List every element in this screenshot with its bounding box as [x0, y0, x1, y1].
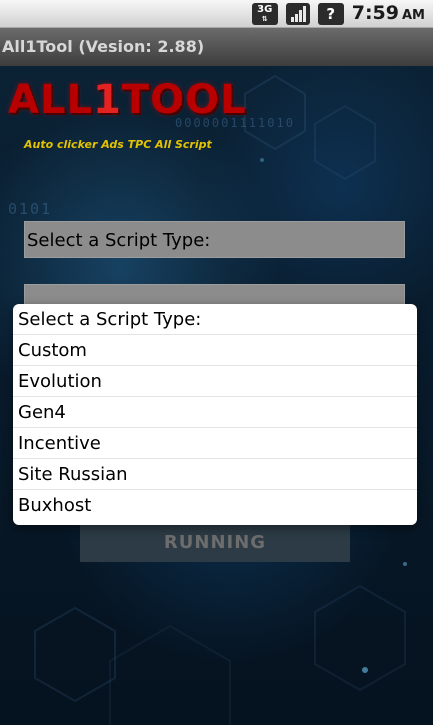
- dropdown-option-gen4[interactable]: Gen4: [13, 397, 417, 428]
- clock-ampm: AM: [402, 7, 425, 23]
- status-icons: 3G ⇅ ? 7:59 AM: [251, 1, 425, 28]
- script-type-dropdown: Select a Script Type: Custom Evolution G…: [13, 304, 417, 525]
- signal-bar-4: [302, 6, 306, 22]
- 3g-network-icon: 3G ⇅: [251, 3, 278, 25]
- running-button[interactable]: RUNNING: [80, 524, 350, 562]
- secondary-input-field[interactable]: [24, 284, 405, 306]
- dropdown-option-custom[interactable]: Custom: [13, 335, 417, 366]
- app-title: All1Tool (Vesion: 2.88): [2, 37, 205, 56]
- network-activity-arrows: ⇅: [261, 15, 268, 23]
- signal-bar-1: [290, 17, 294, 22]
- app-title-bar: All1Tool (Vesion: 2.88): [0, 28, 433, 66]
- app-tagline: Auto clicker Ads TPC All Script: [24, 138, 212, 151]
- missing-sim-icon: ?: [317, 3, 344, 25]
- dropdown-option-incentive[interactable]: Incentive: [13, 428, 417, 459]
- signal-strength-icon: [285, 3, 310, 25]
- signal-bar-2: [294, 14, 298, 22]
- logo-text-tool: TOOL: [121, 77, 247, 123]
- running-button-label: RUNNING: [163, 532, 267, 553]
- dropdown-option-buxhost[interactable]: Buxhost: [13, 490, 417, 521]
- logo-text-one: 1: [92, 77, 122, 123]
- script-type-select[interactable]: Select a Script Type:: [24, 221, 405, 258]
- all1tool-logo: ALL1TOOL: [8, 78, 247, 122]
- clock-time: 7:59: [351, 1, 399, 24]
- status-bar: 3G ⇅ ? 7:59 AM: [0, 0, 433, 28]
- signal-bar-3: [298, 10, 302, 22]
- dropdown-option-site-russian[interactable]: Site Russian: [13, 459, 417, 490]
- logo-text-all: ALL: [8, 77, 93, 123]
- background-binary-text-side: 0101: [8, 200, 53, 218]
- status-clock: 7:59 AM: [352, 1, 425, 28]
- dropdown-header: Select a Script Type:: [13, 304, 417, 335]
- dropdown-option-evolution[interactable]: Evolution: [13, 366, 417, 397]
- script-type-select-label: Select a Script Type:: [27, 230, 211, 251]
